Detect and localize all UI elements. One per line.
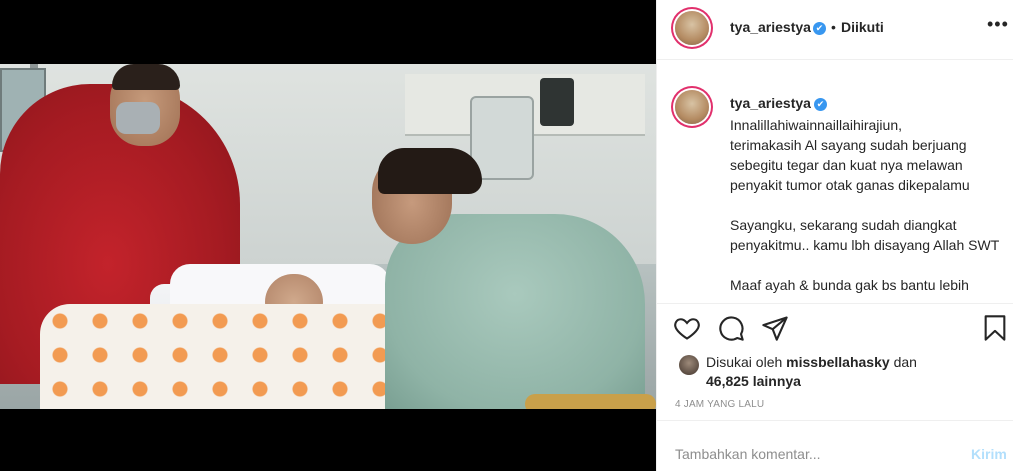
heart-icon[interactable] bbox=[673, 314, 701, 342]
photo-woman-hair bbox=[378, 148, 482, 194]
comment-input[interactable]: Tambahkan komentar... bbox=[675, 446, 821, 462]
caption-verified-badge-icon: ✔ bbox=[814, 98, 827, 111]
avatar[interactable] bbox=[675, 11, 709, 45]
header-username[interactable]: tya_ariestya bbox=[730, 19, 811, 35]
post-media[interactable] bbox=[0, 0, 656, 471]
action-bar bbox=[657, 304, 1013, 350]
likes-conj: dan bbox=[893, 354, 917, 370]
follow-status-button[interactable]: Diikuti bbox=[841, 19, 884, 35]
photo-bottle bbox=[470, 96, 534, 180]
more-options-icon[interactable]: ••• bbox=[987, 14, 1009, 35]
photo-device bbox=[540, 78, 574, 126]
liker-username[interactable]: missbellahasky bbox=[786, 354, 890, 370]
photo-woman bbox=[385, 214, 645, 409]
share-icon[interactable] bbox=[761, 314, 789, 342]
photo-man-hair bbox=[112, 64, 180, 90]
likes-line: Disukai oleh missbellahasky dan bbox=[706, 353, 917, 372]
caption-text: Innalillahiwainnaillaihirajiun, terimaka… bbox=[730, 117, 1000, 293]
post-sidebar: tya_ariestya ✔ • Diikuti ••• tya_ariesty… bbox=[656, 0, 1013, 471]
post-comment-button[interactable]: Kirim bbox=[971, 446, 1007, 462]
photo-mask bbox=[116, 102, 160, 134]
caption-username[interactable]: tya_ariestya bbox=[730, 95, 811, 111]
caption-avatar[interactable] bbox=[675, 90, 709, 124]
liker-avatar[interactable] bbox=[679, 355, 699, 375]
comment-bar: Tambahkan komentar... Kirim bbox=[657, 420, 1013, 472]
post-photo[interactable] bbox=[0, 64, 656, 409]
photo-chair bbox=[525, 394, 656, 409]
caption-area: tya_ariestya ✔ Innalillahiwainnaillaihir… bbox=[657, 60, 1013, 304]
likes-prefix: Disukai oleh bbox=[706, 354, 783, 370]
likes-count[interactable]: 46,825 lainnya bbox=[706, 372, 801, 391]
separator-dot: • bbox=[831, 19, 836, 35]
verified-badge-icon: ✔ bbox=[813, 22, 826, 35]
comment-icon[interactable] bbox=[717, 314, 745, 342]
bookmark-icon[interactable] bbox=[981, 314, 1009, 342]
post-header: tya_ariestya ✔ • Diikuti ••• bbox=[657, 0, 1013, 60]
post-timestamp[interactable]: 4 JAM YANG LALU bbox=[675, 399, 764, 410]
